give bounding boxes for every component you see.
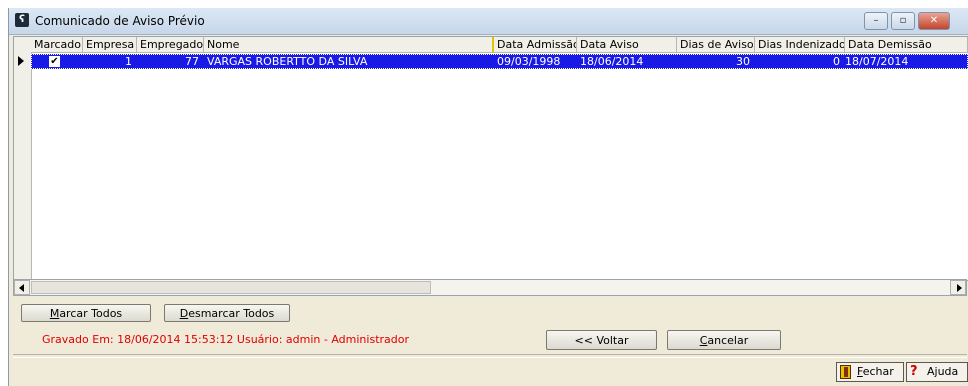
cell-empregado: 77 — [185, 55, 199, 68]
chevron-left-icon — [19, 284, 24, 292]
close-button[interactable]: ✕ — [918, 12, 950, 30]
column-header-marcado[interactable]: Marcado — [31, 37, 83, 53]
cancelar-label: ancelar — [707, 334, 749, 347]
cell-empresa: 1 — [125, 55, 132, 68]
ajuda-button[interactable]: ? Ajuda — [906, 362, 968, 382]
cell-data-demissao: 18/07/2014 — [845, 55, 909, 68]
chevron-right-icon — [957, 284, 962, 292]
column-header-nome[interactable]: Nome — [204, 37, 494, 53]
fechar-button[interactable]: Fechar — [836, 362, 904, 382]
app-icon: ʕ — [15, 13, 29, 27]
column-header-empregado[interactable]: Empregado — [137, 37, 204, 53]
column-header-empresa[interactable]: Empresa — [83, 37, 137, 53]
cell-dias-indenizado: 0 — [833, 55, 840, 68]
question-mark-icon: ? — [910, 364, 918, 379]
marcar-todos-accel: M — [49, 307, 60, 320]
column-header-data-aviso[interactable]: Data Aviso — [577, 37, 677, 53]
row-indicator-arrow-icon — [18, 56, 24, 66]
door-exit-icon — [840, 365, 851, 379]
horizontal-scrollbar[interactable] — [13, 279, 967, 296]
marcar-todos-label: arcar Todos — [59, 307, 123, 320]
cell-nome: VARGAS ROBERTTO DA SILVA — [207, 55, 368, 68]
column-header-dias-indenizado[interactable]: Dias Indenizado — [755, 37, 845, 53]
fechar-label: echar — [862, 365, 894, 378]
cell-data-admissao: 09/03/1998 — [497, 55, 561, 68]
window-title: Comunicado de Aviso Prévio — [35, 14, 205, 28]
desmarcar-todos-button[interactable]: Desmarcar Todos — [164, 304, 290, 322]
marcar-todos-button[interactable]: Marcar Todos — [21, 304, 151, 322]
desmarcar-todos-accel: D — [179, 307, 189, 320]
table-row[interactable]: ✔ 1 77 VARGAS ROBERTTO DA SILVA 09/03/19… — [31, 54, 968, 69]
scroll-right-button[interactable] — [950, 280, 966, 295]
main-window: ʕ Comunicado de Aviso Prévio – ▫ ✕ Marca… — [8, 8, 968, 386]
minimize-button[interactable]: – — [864, 12, 888, 30]
row-indicator-column — [14, 37, 32, 280]
column-header-dias-aviso[interactable]: Dias de Aviso — [677, 37, 755, 53]
title-bar[interactable]: ʕ Comunicado de Aviso Prévio – ▫ ✕ — [9, 8, 968, 35]
cancelar-button[interactable]: Cancelar — [667, 330, 781, 350]
status-text: Gravado Em: 18/06/2014 15:53:12 Usuário:… — [42, 333, 410, 346]
cell-dias-aviso: 30 — [736, 55, 750, 68]
checkmark-icon[interactable]: ✔ — [49, 56, 60, 67]
data-grid[interactable]: Marcado Empresa Empregado Nome Data Admi… — [13, 36, 968, 281]
scroll-left-button[interactable] — [14, 280, 30, 295]
column-header-data-admissao[interactable]: Data Admissão — [494, 37, 577, 53]
ajuda-label: Ajuda — [927, 365, 959, 378]
voltar-button[interactable]: << Voltar — [546, 330, 657, 350]
desmarcar-todos-label: esmarcar Todos — [188, 307, 275, 320]
column-header-data-demissao[interactable]: Data Demissão — [845, 37, 968, 53]
cell-data-aviso: 18/06/2014 — [580, 55, 644, 68]
bottom-toolbar: Fechar ? Ajuda — [9, 358, 968, 386]
scrollbar-thumb[interactable] — [31, 281, 431, 294]
maximize-button[interactable]: ▫ — [891, 12, 915, 30]
